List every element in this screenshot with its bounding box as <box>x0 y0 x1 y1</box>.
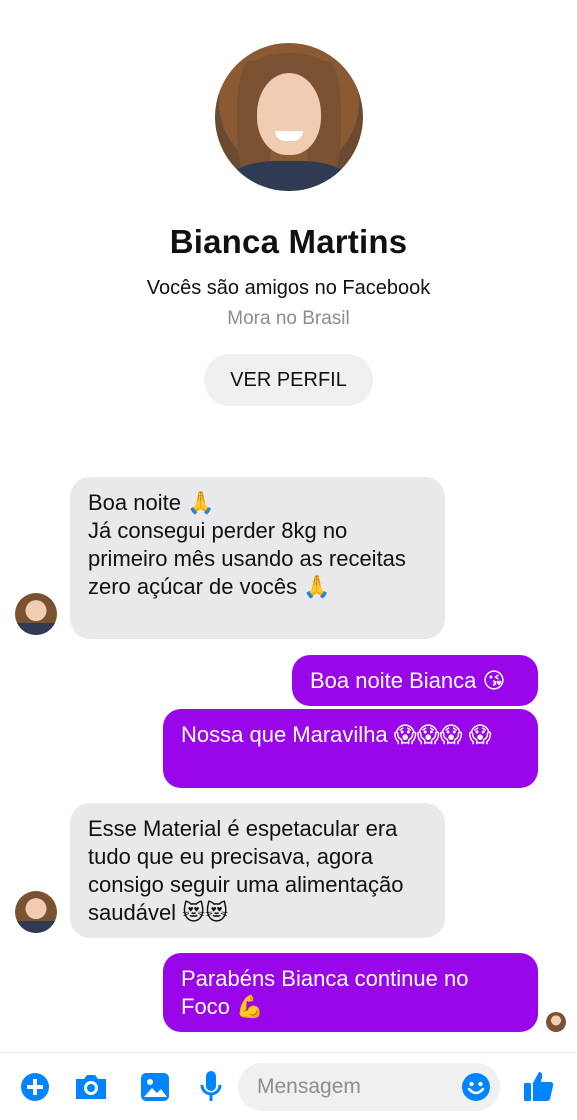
contact-avatar <box>15 891 57 933</box>
message-bubble-outgoing[interactable]: Parabéns Bianca continue no Foco 💪 <box>163 953 538 1032</box>
image-icon[interactable] <box>139 1071 171 1103</box>
profile-name: Bianca Martins <box>169 223 408 260</box>
emoji-icon[interactable] <box>461 1072 491 1102</box>
view-profile-button[interactable]: VER PERFIL <box>204 354 373 406</box>
message-bubble-outgoing[interactable]: Nossa que Maravilha 😱😱😱 😱 <box>163 709 538 788</box>
microphone-icon[interactable] <box>199 1069 223 1105</box>
friendship-status: Vocês são amigos no Facebook <box>146 277 431 299</box>
message-bubble-incoming[interactable]: Esse Material é espetacular era tudo que… <box>70 803 445 938</box>
profile-location: Mora no Brasil <box>227 308 350 329</box>
message-composer <box>0 1052 577 1120</box>
contact-avatar <box>15 593 57 635</box>
message-bubble-outgoing[interactable]: Boa noite Bianca 😘 <box>292 655 538 706</box>
thumbs-up-icon[interactable] <box>522 1069 556 1103</box>
camera-icon[interactable] <box>73 1072 109 1102</box>
profile-avatar[interactable] <box>214 43 363 191</box>
plus-icon[interactable] <box>20 1072 50 1102</box>
profile-header: Bianca Martins Vocês são amigos no Faceb… <box>0 0 577 406</box>
message-bubble-incoming[interactable]: Boa noite 🙏 Já consegui perder 8kg no pr… <box>70 477 445 639</box>
seen-receipt-avatar <box>546 1012 566 1032</box>
